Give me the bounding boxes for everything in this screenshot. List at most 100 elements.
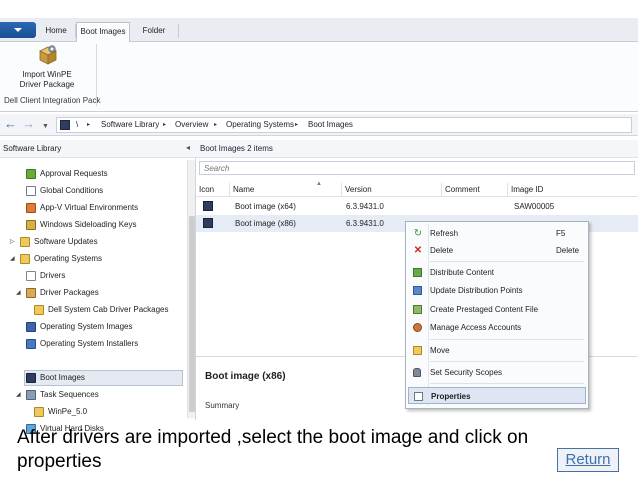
menu-item-label: Delete — [430, 246, 454, 255]
navigation-scrollbar[interactable] — [187, 160, 195, 418]
appv-icon — [26, 203, 36, 213]
menu-item-shortcut: Delete — [556, 246, 580, 255]
delete-icon: ✕ — [413, 245, 423, 256]
menu-item-manage-access-accounts[interactable]: Manage Access Accounts — [408, 319, 586, 336]
breadcrumb: \ ▸ Software Library ▸ Overview ▸ Operat… — [56, 117, 632, 133]
properties-icon — [414, 392, 423, 401]
return-button[interactable]: Return — [557, 448, 619, 472]
nav-item-label: Windows Sideloading Keys — [40, 220, 137, 229]
breadcrumb-software-library[interactable]: Software Library — [101, 120, 159, 129]
results-header: Boot Images 2 items — [196, 140, 638, 158]
security-icon — [413, 368, 421, 377]
menu-item-label: Distribute Content — [430, 268, 495, 277]
menu-item-update-distribution-points[interactable]: Update Distribution Points — [408, 282, 586, 299]
import-winpe-driver-package-button[interactable]: Import WinPE Driver Package — [10, 42, 84, 96]
collapse-arrow-icon[interactable]: ◢ — [10, 251, 15, 267]
menu-item-distribute-content[interactable]: Distribute Content — [408, 264, 586, 281]
breadcrumb-arrow-icon[interactable]: ▸ — [163, 121, 166, 128]
nav-item-label: Driver Packages — [40, 288, 99, 297]
column-version[interactable]: Version — [342, 183, 442, 197]
tab-boot-images[interactable]: Boot Images — [76, 22, 130, 42]
breadcrumb-arrow-icon[interactable]: ▸ — [87, 121, 90, 128]
keys-icon — [26, 220, 36, 230]
column-icon[interactable]: Icon — [196, 183, 230, 197]
menu-separator — [430, 361, 584, 362]
chevron-down-icon — [14, 28, 22, 32]
tab-home[interactable]: Home — [38, 22, 74, 42]
navigation-tree: Approval Requests Global Conditions App-… — [0, 162, 186, 434]
collapse-pane-icon[interactable]: ◂ — [186, 143, 190, 152]
move-icon — [413, 346, 422, 355]
menu-item-delete[interactable]: ✕ Delete Delete — [408, 242, 586, 259]
breadcrumb-overview[interactable]: Overview — [175, 120, 208, 129]
ribbon-group-divider — [96, 44, 97, 106]
breadcrumb-boot-images[interactable]: Boot Images — [308, 120, 353, 129]
row-name: Boot image (x86) — [235, 219, 296, 228]
driver-packages-icon — [26, 288, 36, 298]
package-icon — [39, 45, 57, 65]
scrollbar-thumb[interactable] — [189, 216, 195, 412]
breadcrumb-arrow-icon[interactable]: ▸ — [214, 121, 217, 128]
task-sequences-icon — [26, 390, 36, 400]
drivers-icon — [26, 271, 36, 281]
os-installers-icon — [26, 339, 36, 349]
nav-item-label: App-V Virtual Environments — [40, 203, 139, 212]
forward-arrow-icon[interactable]: → — [22, 117, 35, 132]
accounts-icon — [413, 323, 422, 332]
expand-arrow-icon[interactable]: ▷ — [10, 234, 15, 250]
row-version: 6.3.9431.0 — [346, 202, 384, 211]
row-version: 6.3.9431.0 — [346, 219, 384, 228]
nav-item-label: Software Updates — [34, 237, 98, 246]
menu-item-refresh[interactable]: ↻ Refresh F5 — [408, 225, 586, 242]
menu-item-properties[interactable]: Properties — [408, 387, 586, 404]
ribbon-panel: Import WinPE Driver Package Dell Client … — [0, 42, 638, 112]
row-image-id: SAW00005 — [514, 202, 555, 211]
boot-image-icon — [203, 201, 213, 211]
navigation-pane: Software Library ◂ Approval Requests Glo… — [0, 140, 196, 434]
column-name[interactable]: Name ▲ — [230, 181, 342, 197]
distribute-icon — [413, 268, 422, 277]
menu-item-label: Manage Access Accounts — [430, 323, 522, 332]
row-name: Boot image (x64) — [235, 202, 296, 211]
menu-separator — [430, 339, 584, 340]
folder-icon — [20, 254, 30, 264]
menu-item-label: Properties — [431, 392, 471, 401]
import-button-label: Import WinPE Driver Package — [19, 70, 75, 89]
nav-item-label: Dell System Cab Driver Packages — [48, 305, 169, 314]
instruction-caption: After drivers are imported ,select the b… — [17, 427, 529, 472]
results-title: Boot Images 2 items — [200, 144, 273, 153]
table-row[interactable]: Boot image (x64) 6.3.9431.0 SAW00005 — [196, 198, 638, 215]
menu-item-move[interactable]: Move — [408, 342, 586, 359]
nav-item-label: Boot Images — [40, 373, 85, 382]
folder-icon — [34, 407, 44, 417]
column-image-id[interactable]: Image ID — [508, 183, 638, 197]
collapse-arrow-icon[interactable]: ◢ — [16, 387, 21, 403]
menu-item-label: Update Distribution Points — [430, 286, 523, 295]
breadcrumb-arrow-icon[interactable]: ▸ — [295, 121, 298, 128]
column-comment[interactable]: Comment — [442, 183, 508, 197]
menu-item-label: Refresh — [430, 229, 459, 238]
boot-image-icon — [203, 218, 213, 228]
approval-icon — [26, 169, 36, 179]
tab-divider — [178, 24, 179, 38]
application-menu-button[interactable] — [0, 22, 36, 38]
details-summary-tab[interactable]: Summary — [205, 401, 239, 410]
boot-images-icon — [26, 373, 36, 383]
breadcrumb-operating-systems[interactable]: Operating Systems — [226, 120, 294, 129]
nav-item-label: Operating Systems — [34, 254, 103, 263]
history-dropdown-icon[interactable]: ▼ — [42, 120, 49, 135]
folder-icon — [34, 305, 44, 315]
address-bar: ← → ▼ \ ▸ Software Library ▸ Overview ▸ … — [0, 114, 638, 136]
nav-item-label: Task Sequences — [40, 390, 99, 399]
nav-item-label: Operating System Installers — [40, 339, 139, 348]
search-input[interactable] — [199, 161, 635, 175]
refresh-icon: ↻ — [413, 228, 423, 239]
collapse-arrow-icon[interactable]: ◢ — [16, 285, 21, 301]
nav-item-label: Global Conditions — [40, 186, 104, 195]
sort-ascending-icon: ▲ — [316, 181, 322, 187]
menu-item-create-prestaged-content-file[interactable]: Create Prestaged Content File — [408, 301, 586, 318]
back-arrow-icon[interactable]: ← — [4, 117, 17, 132]
menu-item-set-security-scopes[interactable]: Set Security Scopes — [408, 364, 586, 381]
breadcrumb-root[interactable]: \ — [76, 120, 78, 129]
tab-folder[interactable]: Folder — [132, 22, 176, 42]
